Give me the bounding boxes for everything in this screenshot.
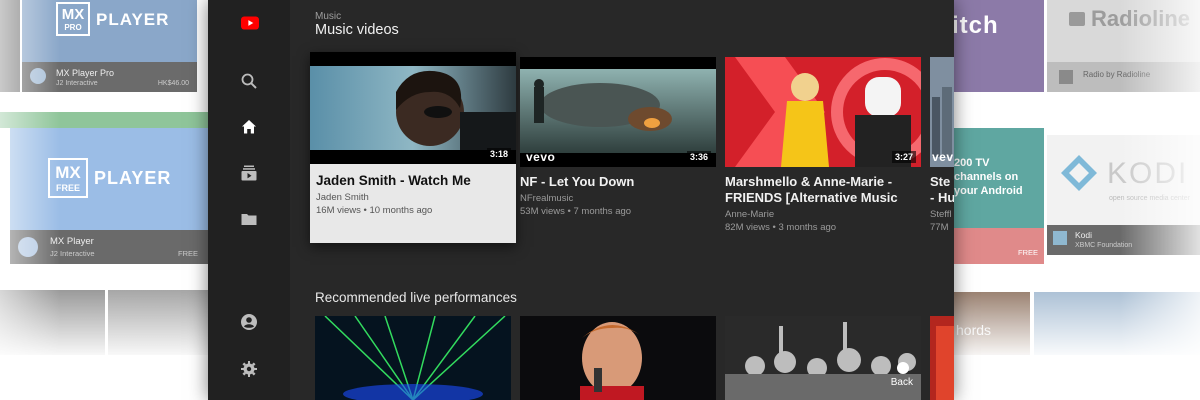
bg-tile-lower-2 — [108, 290, 210, 355]
radio-icon — [1069, 12, 1085, 26]
channel-name: Jaden Smith — [316, 192, 369, 203]
bg-tile-twitch: itch — [952, 0, 1044, 92]
video-thumbnail: vevo — [930, 57, 954, 167]
shelf-eyebrow: Music — [315, 11, 342, 22]
mx-pro-logo: MX PRO — [56, 2, 90, 36]
back-label[interactable]: Back — [891, 377, 913, 388]
bg-tile-mx-free: MX FREE PLAYER — [10, 128, 208, 230]
thumbnail-image — [930, 316, 954, 400]
bg-tile-lower-1 — [0, 290, 105, 355]
bg-tile-mx-free-caption: MX Player J2 Interactive FREE — [10, 230, 208, 264]
bg-tile-tv-channels-caption: FREE — [952, 228, 1044, 264]
thumbnail-image — [315, 316, 511, 400]
channel-name: Steffl — [930, 209, 952, 220]
thumbnail-image — [310, 52, 516, 164]
kodi-app-icon — [1053, 231, 1067, 245]
video-thumbnail: vevo 3:36 — [520, 57, 716, 167]
bg-tile-kodi: KODI open source media center — [1047, 135, 1200, 225]
video-card-nf[interactable]: vevo 3:36 NF - Let You Down NFrealmusic … — [520, 57, 716, 218]
vevo-badge: vevo — [526, 150, 556, 164]
bg-tile-lower-right — [1034, 292, 1200, 355]
live-performance-card-partial[interactable] — [930, 316, 954, 400]
bg-tile-edge — [0, 0, 20, 92]
bg-tile-chords: hords — [952, 292, 1030, 355]
play-icon — [30, 68, 46, 84]
library-folder-icon[interactable] — [240, 210, 258, 228]
channel-name: Anne-Marie — [725, 209, 775, 220]
video-title: Marshmello & Anne-Marie - FRIENDS [Alter… — [725, 174, 898, 205]
background-right-apps: itch Radioline Radio by Radioline 200 TV… — [952, 0, 1200, 355]
kodi-logo-icon — [1061, 155, 1097, 191]
background-left-apps: MX PRO PLAYER MX Player Pro J2 Interacti… — [0, 0, 210, 355]
back-icon[interactable] — [897, 362, 909, 374]
video-stats: 82M views • 3 months ago — [725, 222, 837, 233]
bg-tile-mx-pro-caption: MX Player Pro J2 Interactive HK$46.00 — [22, 62, 197, 92]
main-content: Music Music videos 3:18 Jaden Smith - Wa… — [290, 0, 954, 400]
shelf-title-music-videos: Music videos — [315, 22, 399, 38]
video-title: Ste - Hu — [930, 174, 954, 205]
bg-tile-radioline: Radioline — [1047, 0, 1200, 62]
channel-name: NFrealmusic — [520, 193, 574, 204]
video-stats: 53M views • 7 months ago — [520, 206, 632, 217]
video-title: NF - Let You Down — [520, 174, 635, 189]
search-icon[interactable] — [240, 72, 258, 90]
settings-gear-icon[interactable] — [240, 360, 258, 378]
home-icon[interactable] — [240, 118, 258, 136]
live-performance-card-1[interactable] — [315, 316, 511, 400]
bg-tile-radioline-caption: Radio by Radioline — [1047, 62, 1200, 92]
bg-tile-tv-channels: 200 TV channels on your Android — [952, 128, 1044, 228]
video-thumbnail: 3:18 — [310, 52, 516, 164]
subscriptions-icon[interactable] — [240, 164, 258, 182]
live-performance-card-2[interactable] — [520, 316, 716, 400]
video-title: Jaden Smith - Watch Me — [316, 173, 471, 188]
video-stats: 77M — [930, 222, 949, 233]
duration-badge: 3:18 — [486, 148, 511, 160]
youtube-tv-app: Music Music videos 3:18 Jaden Smith - Wa… — [208, 0, 954, 400]
video-card-partial[interactable]: vevo Ste - Hu Steffl 77M — [930, 57, 954, 234]
video-thumbnail: 3:27 — [725, 57, 921, 167]
video-card-marshmello[interactable]: 3:27 Marshmello & Anne-Marie - FRIENDS [… — [725, 57, 921, 234]
mx-free-logo: MX FREE — [48, 158, 88, 198]
duration-badge: 3:36 — [686, 151, 711, 163]
screen: MX PRO PLAYER MX Player Pro J2 Interacti… — [0, 0, 1200, 400]
duration-badge: 3:27 — [891, 151, 916, 163]
thumbnail-image — [520, 316, 716, 400]
left-nav-rail — [208, 0, 290, 400]
youtube-logo-icon[interactable] — [239, 15, 261, 31]
bg-tile-green-strip — [0, 112, 210, 128]
play-icon — [18, 237, 38, 257]
radio-app-icon — [1059, 70, 1073, 84]
bg-tile-kodi-caption: Kodi XBMC Foundation — [1047, 225, 1200, 255]
video-stats: 16M views • 10 months ago — [316, 205, 433, 216]
live-performance-card-3[interactable]: Back — [725, 316, 921, 400]
bg-tile-mx-pro: MX PRO PLAYER — [22, 0, 197, 62]
shelf-title-live-performances: Recommended live performances — [315, 290, 517, 305]
video-card-jaden-smith[interactable]: 3:18 Jaden Smith - Watch Me Jaden Smith … — [310, 52, 516, 243]
account-icon[interactable] — [240, 313, 258, 331]
vevo-badge: vevo — [932, 150, 954, 164]
